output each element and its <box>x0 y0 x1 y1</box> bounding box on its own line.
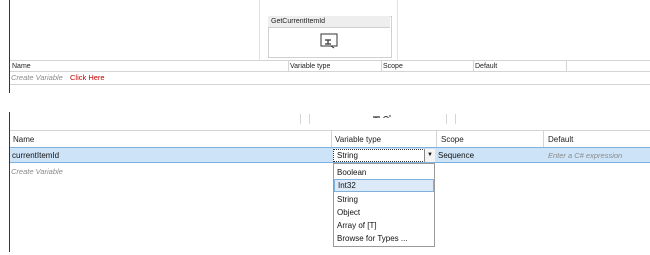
bottom-sep-b <box>309 114 310 124</box>
col-sep <box>381 60 382 72</box>
col-header-default[interactable]: Default <box>475 63 497 70</box>
col-header-name[interactable]: Name <box>13 135 34 144</box>
col-sep <box>543 130 544 147</box>
option-object[interactable]: Object <box>334 206 434 219</box>
variable-type-dropdown-list: Boolean Int32 String Object Array of [T]… <box>333 163 435 247</box>
create-variable-label[interactable]: Create Variable <box>11 167 63 176</box>
option-string[interactable]: String <box>334 193 434 206</box>
col-sep <box>473 60 474 72</box>
click-here-link[interactable]: Click Here <box>70 73 105 82</box>
col-sep <box>436 130 437 147</box>
scope-cell[interactable]: Sequence <box>438 151 474 160</box>
option-array-of-t[interactable]: Array of [T] <box>334 219 434 232</box>
bottom-sep-d <box>455 114 456 124</box>
dropdown-arrow-icon[interactable]: ▼ <box>424 149 435 162</box>
top-grid-top <box>10 60 650 61</box>
col-sep <box>288 60 289 72</box>
left-border-top <box>9 0 10 93</box>
col-header-type[interactable]: Variable type <box>290 63 330 70</box>
col-header-type[interactable]: Variable type <box>335 135 381 144</box>
create-variable-label[interactable]: Create Variable <box>11 73 63 82</box>
option-boolean[interactable]: Boolean <box>334 166 434 179</box>
variable-name-cell[interactable]: currentItemId <box>12 151 59 160</box>
top-grid-bottom <box>10 84 650 85</box>
top-divider <box>259 0 260 60</box>
top-grid-hdr-line <box>10 71 650 72</box>
col-header-name[interactable]: Name <box>12 63 31 70</box>
col-header-scope[interactable]: Scope <box>441 135 464 144</box>
top-divider-right <box>397 0 398 60</box>
variable-type-value: String <box>337 151 358 160</box>
bottom-sep-c <box>446 114 447 124</box>
left-border-bottom <box>9 112 10 252</box>
col-sep <box>566 60 567 72</box>
assign-icon <box>320 33 338 49</box>
option-int32[interactable]: Int32 <box>334 179 434 192</box>
col-sep <box>331 130 332 147</box>
option-browse-for-types[interactable]: Browse for Types ... <box>334 232 434 245</box>
bottom-sep-a <box>300 114 301 124</box>
default-expression-input[interactable]: Enter a C# expression <box>548 151 622 160</box>
grid-top <box>10 130 650 131</box>
activity-title: GetCurrentItemId <box>268 16 390 28</box>
col-header-default[interactable]: Default <box>548 135 573 144</box>
assign-icon <box>370 110 392 118</box>
col-header-scope[interactable]: Scope <box>383 63 403 70</box>
